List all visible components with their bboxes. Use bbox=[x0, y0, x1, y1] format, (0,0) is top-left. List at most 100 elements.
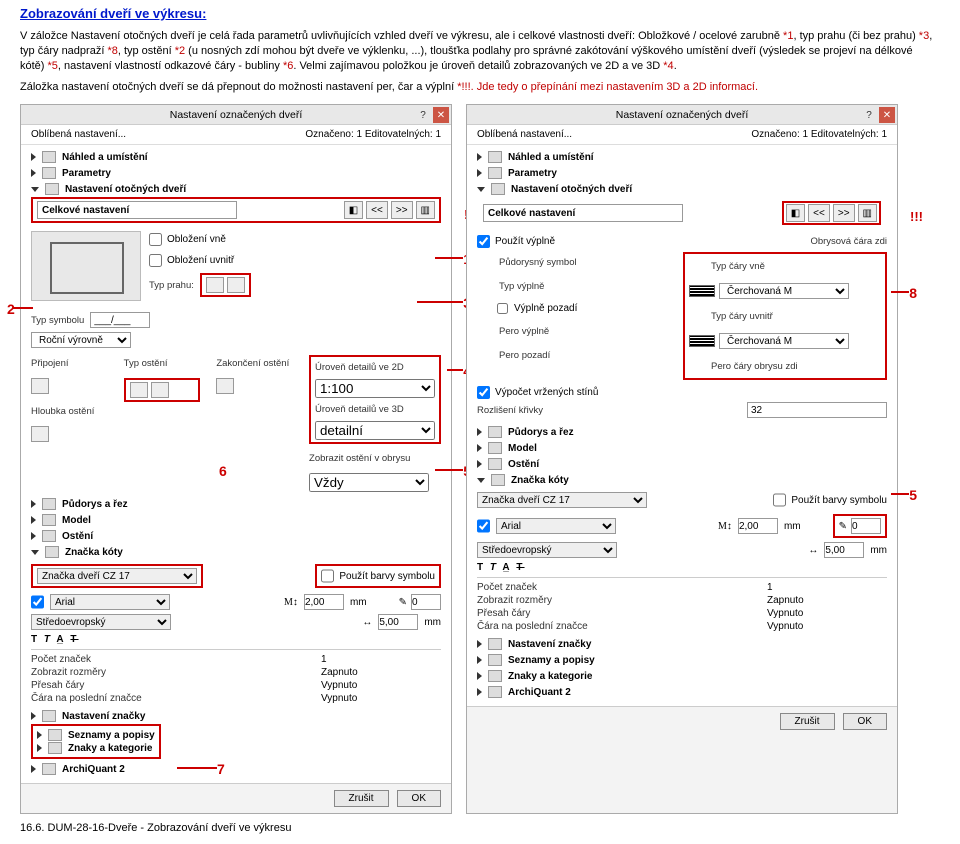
hspace-field[interactable] bbox=[824, 542, 864, 558]
typ-osteni-selector[interactable] bbox=[124, 378, 201, 402]
section-plan[interactable]: Půdorys a řez bbox=[508, 427, 574, 438]
section-door-settings[interactable]: Nastavení otočných dveří bbox=[511, 184, 632, 195]
font-select[interactable]: Arial bbox=[50, 594, 170, 610]
rocni-vyrovne-select[interactable]: Roční výrovně bbox=[31, 332, 131, 348]
section-marker-settings[interactable]: Nastavení značky bbox=[62, 711, 145, 722]
section-icon bbox=[42, 151, 56, 163]
curve-res-field[interactable] bbox=[747, 402, 887, 418]
val-last-line[interactable]: Vypnuto bbox=[767, 621, 887, 632]
door-preview bbox=[31, 231, 141, 301]
selection-count: Označeno: 1 Editovatelných: 1 bbox=[305, 129, 441, 140]
callout-5b: 5 bbox=[909, 487, 917, 503]
chk-oblozeni-uvnitr[interactable] bbox=[149, 254, 162, 267]
line-uvnitr-select[interactable]: Čerchovaná M bbox=[719, 333, 849, 349]
selection-count: Označeno: 1 Editovatelných: 1 bbox=[751, 129, 887, 140]
ok-button[interactable]: OK bbox=[843, 713, 887, 730]
section-archiquant[interactable]: ArchiQuant 2 bbox=[62, 764, 125, 775]
section-chars-cats[interactable]: Znaky a kategorie bbox=[508, 671, 592, 682]
btn-next[interactable]: >> bbox=[833, 204, 855, 222]
close-icon[interactable]: ✕ bbox=[433, 107, 449, 123]
btn-last[interactable]: ▥ bbox=[416, 201, 435, 219]
fill-type-icon bbox=[477, 279, 493, 293]
section-icon bbox=[45, 183, 59, 195]
section-preview-placement[interactable]: Náhled a umístění bbox=[508, 152, 594, 163]
val-count[interactable]: 1 bbox=[321, 654, 441, 665]
znacka-type-select[interactable]: Značka dveří CZ 17 bbox=[477, 492, 647, 508]
nav-buttons-box: ◧ << >> ▥ bbox=[782, 201, 881, 225]
pen-field[interactable] bbox=[851, 518, 881, 534]
val-overhang[interactable]: Vypnuto bbox=[321, 680, 441, 691]
btn-last[interactable]: ▥ bbox=[858, 204, 877, 222]
val-last-line[interactable]: Vypnuto bbox=[321, 693, 441, 704]
section-lists[interactable]: Seznamy a popisy bbox=[68, 730, 155, 741]
hspace-field[interactable] bbox=[378, 614, 418, 630]
show-reveal-select[interactable]: Vždy bbox=[309, 473, 429, 492]
section-osteni[interactable]: Ostění bbox=[62, 531, 93, 542]
section-plan[interactable]: Půdorys a řez bbox=[62, 499, 128, 510]
dialog-titlebar: Nastavení označených dveří ? ✕ bbox=[21, 105, 451, 125]
help-icon[interactable]: ? bbox=[415, 107, 431, 123]
detail-2d-select[interactable]: 1:100 bbox=[315, 379, 435, 398]
btn-prev[interactable]: << bbox=[366, 201, 388, 219]
end-icon[interactable] bbox=[216, 378, 234, 394]
section-znacka[interactable]: Značka kóty bbox=[65, 547, 123, 558]
section-icon bbox=[42, 167, 56, 179]
paragraph-1: V záložce Nastavení otočných dveří je ce… bbox=[20, 29, 940, 74]
celkove-combo[interactable]: Celkové nastavení bbox=[483, 204, 683, 222]
val-show-dims[interactable]: Zapnuto bbox=[321, 667, 441, 678]
section-model[interactable]: Model bbox=[62, 515, 91, 526]
pen-box-right: ✎ bbox=[833, 514, 887, 538]
section-chars-cats[interactable]: Znaky a kategorie bbox=[68, 743, 152, 754]
chk-use-symbol-colors[interactable] bbox=[773, 492, 786, 508]
typ-prahu-selector[interactable] bbox=[200, 273, 251, 297]
join-icon[interactable] bbox=[31, 378, 49, 394]
chk-font-arial[interactable] bbox=[31, 594, 44, 610]
chk-use-fills[interactable] bbox=[477, 235, 490, 248]
btn-first[interactable]: ◧ bbox=[786, 204, 805, 222]
section-znacka[interactable]: Značka kóty bbox=[511, 475, 569, 486]
chk-fill-bg[interactable] bbox=[497, 303, 508, 314]
encoding-select[interactable]: Středoevropský bbox=[477, 542, 617, 558]
section-archiquant[interactable]: ArchiQuant 2 bbox=[508, 687, 571, 698]
section-osteni[interactable]: Ostění bbox=[508, 459, 539, 470]
font-select[interactable]: Arial bbox=[496, 518, 616, 534]
detail-3d-select[interactable]: detailní bbox=[315, 421, 435, 440]
dialog-right: Nastavení označených dveří ? ✕ Oblíbená … bbox=[466, 104, 898, 814]
line-vne-select[interactable]: Čerchovaná M bbox=[719, 283, 849, 299]
page-footer: 16.6. DUM-28-16-Dveře - Zobrazování dveř… bbox=[20, 822, 940, 834]
znacka-type-select[interactable]: Značka dveří CZ 17 bbox=[37, 568, 197, 584]
celkove-combo[interactable]: Celkové nastavení bbox=[37, 201, 237, 219]
section-parameters[interactable]: Parametry bbox=[508, 168, 557, 179]
help-icon[interactable]: ? bbox=[861, 107, 877, 123]
val-count[interactable]: 1 bbox=[767, 582, 887, 593]
plan-symbol-icon bbox=[477, 255, 493, 269]
ok-button[interactable]: OK bbox=[397, 790, 441, 807]
typ-symbolu-field[interactable] bbox=[90, 312, 150, 328]
section-parameters[interactable]: Parametry bbox=[62, 168, 111, 179]
favorites-combo[interactable]: Oblíbená nastavení... bbox=[477, 129, 572, 140]
chk-shadows[interactable] bbox=[477, 386, 490, 399]
favorites-combo[interactable]: Oblíbená nastavení... bbox=[31, 129, 126, 140]
outline-pen-icon bbox=[689, 359, 705, 373]
val-show-dims[interactable]: Zapnuto bbox=[767, 595, 887, 606]
cancel-button[interactable]: Zrušit bbox=[780, 713, 835, 730]
cancel-button[interactable]: Zrušit bbox=[334, 790, 389, 807]
depth-icon[interactable] bbox=[31, 426, 49, 442]
pen-field[interactable] bbox=[411, 594, 441, 610]
chk-oblozeni-vne[interactable] bbox=[149, 233, 162, 246]
section-model[interactable]: Model bbox=[508, 443, 537, 454]
val-overhang[interactable]: Vypnuto bbox=[767, 608, 887, 619]
btn-next[interactable]: >> bbox=[391, 201, 413, 219]
section-door-settings[interactable]: Nastavení otočných dveří bbox=[65, 184, 186, 195]
section-preview-placement[interactable]: Náhled a umístění bbox=[62, 152, 148, 163]
btn-first[interactable]: ◧ bbox=[344, 201, 363, 219]
encoding-select[interactable]: Středoevropský bbox=[31, 614, 171, 630]
chk-font-arial[interactable] bbox=[477, 518, 490, 534]
font-size-field[interactable] bbox=[304, 594, 344, 610]
btn-prev[interactable]: << bbox=[808, 204, 830, 222]
chk-use-symbol-colors[interactable] bbox=[321, 568, 334, 584]
section-lists[interactable]: Seznamy a popisy bbox=[508, 655, 595, 666]
close-icon[interactable]: ✕ bbox=[879, 107, 895, 123]
section-marker-settings[interactable]: Nastavení značky bbox=[508, 639, 591, 650]
font-size-field[interactable] bbox=[738, 518, 778, 534]
